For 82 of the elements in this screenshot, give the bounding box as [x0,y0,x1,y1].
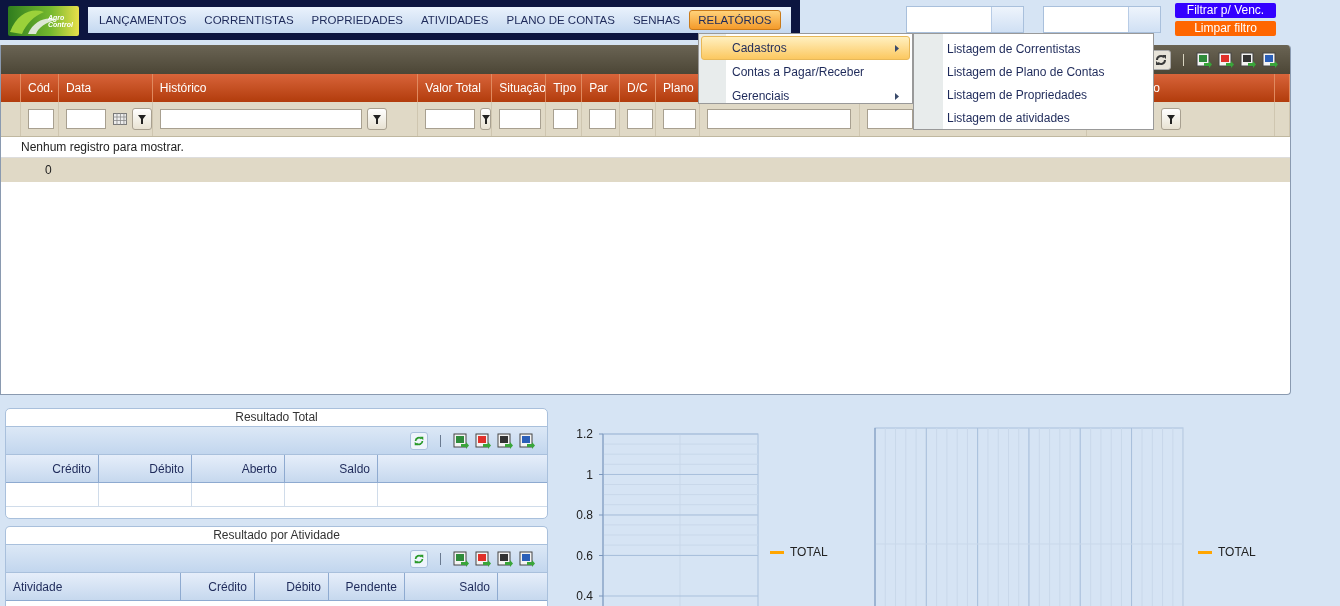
legend-label: TOTAL [1218,545,1256,559]
column-header[interactable]: Crédito [52,461,91,476]
funnel-icon [372,114,381,124]
legend-label: TOTAL [790,545,828,559]
column-header[interactable]: Tipo [553,81,577,95]
menu-item[interactable]: Listagem de Propriedades [914,83,1153,106]
filter-field[interactable] [553,109,579,129]
column-header[interactable]: Crédito [208,579,247,594]
menu-item[interactable]: RELATÓRIOS [689,10,781,30]
menu-item[interactable]: Contas a Pagar/Receber [701,60,910,84]
axis-tick-label: 0.8 [576,508,593,522]
filter-field[interactable] [706,109,851,129]
document-export-icon[interactable] [519,432,535,449]
column-header[interactable]: Data [65,81,92,95]
pdf-export-icon[interactable] [475,432,491,449]
csv-export-icon[interactable] [497,550,513,567]
column-header[interactable]: Débito [286,579,321,594]
filter-button[interactable] [131,108,152,130]
csv-export-icon[interactable] [497,432,513,449]
document-export-icon[interactable] [1262,51,1278,68]
panel-title: Resultado por Atividade [213,528,340,542]
column-header[interactable]: Histórico [159,81,207,95]
column-header[interactable]: Saldo [339,461,370,476]
menu-item[interactable]: SENHAS [623,10,690,30]
date-field[interactable] [1043,6,1161,33]
column-header[interactable]: Saldo [459,579,490,594]
panel-title: Resultado Total [235,410,318,424]
spreadsheet-export-icon[interactable] [453,432,469,449]
menu-item[interactable]: CORRENTISTAS [195,10,303,30]
filter-button[interactable] [1161,108,1182,130]
column-header[interactable]: Valor Total [425,81,481,95]
menu-item[interactable]: PROPRIEDADES [302,10,412,30]
document-export-icon[interactable] [519,550,535,567]
menu-item[interactable]: Listagem de Correntistas [914,37,1153,60]
filter-button[interactable] [480,108,492,130]
filter-field[interactable] [159,109,362,129]
filter-field[interactable] [627,109,654,129]
filter-field[interactable] [425,109,476,129]
menu-item[interactable]: PLANO DE CONTAS [497,10,624,30]
axis-tick-label: 0.4 [576,589,593,603]
filter-field[interactable] [28,109,54,129]
refresh-icon [1154,52,1168,67]
empty-message: Nenhum registro para mostrar. [21,140,184,154]
funnel-icon [1167,114,1176,124]
funnel-icon [481,114,490,124]
spreadsheet-export-icon[interactable] [453,550,469,567]
menu-item[interactable]: Gerenciais [701,84,910,108]
axis-tick-label: 1.2 [576,427,593,441]
menu-item[interactable]: ATIVIDADES [412,10,498,30]
axis-tick-label: 0.6 [576,548,593,563]
spreadsheet-export-icon[interactable] [1196,51,1212,68]
filter-field[interactable] [65,109,106,129]
filter-button[interactable]: Filtrar p/ Venc. [1175,3,1276,18]
refresh-icon [413,434,425,447]
column-header[interactable]: Situação [499,81,546,95]
filter-field[interactable] [499,109,542,129]
record-count: 0 [45,163,52,177]
menu-item[interactable]: LANÇAMENTOS [90,10,196,30]
refresh-icon [413,552,425,565]
pdf-export-icon[interactable] [1218,51,1234,68]
column-header[interactable]: Plano [663,81,694,95]
date-field[interactable] [906,6,1024,33]
filter-field[interactable] [589,109,617,129]
csv-export-icon[interactable] [1240,51,1256,68]
menu-item[interactable]: Listagem de atividades [914,106,1153,129]
column-header[interactable]: Cód. [28,81,54,95]
column-header[interactable]: Atividade [13,579,63,594]
menu-item[interactable]: Listagem de Plano de Contas [914,60,1153,83]
calendar-icon[interactable] [112,113,127,125]
funnel-icon [137,114,146,124]
column-header[interactable]: o [1153,81,1160,95]
filter-field[interactable] [866,109,913,129]
axis-tick-label: 1 [586,467,593,482]
filter-button[interactable] [366,108,387,130]
column-header[interactable]: Par [589,81,608,95]
column-header[interactable]: Pendente [345,579,397,594]
column-header[interactable]: Aberto [241,461,277,476]
column-header[interactable]: Débito [149,461,184,476]
menu-item[interactable]: Cadastros [701,36,910,60]
column-header[interactable]: D/C [627,81,648,95]
pdf-export-icon[interactable] [475,550,491,567]
filter-field[interactable] [663,109,697,129]
